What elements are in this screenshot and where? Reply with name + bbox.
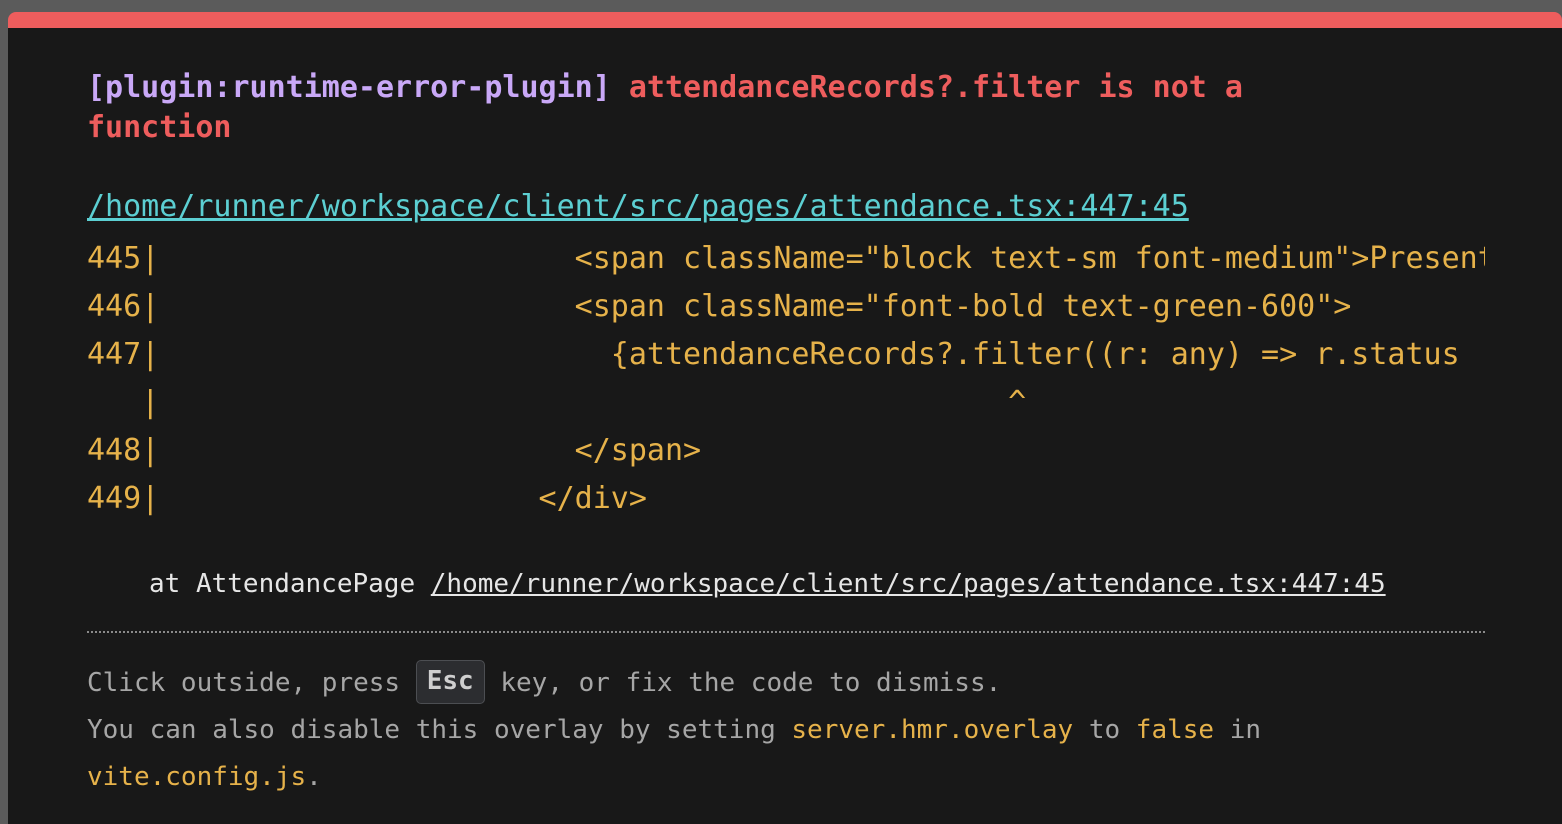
line-separator: | [141, 289, 160, 324]
line-number: 447 [87, 337, 142, 372]
tip-line-1: Click outside, press Esc key, or fix the… [87, 659, 1387, 707]
line-number: 446 [87, 289, 142, 324]
error-title: [plugin:runtime-error-plugin] attendance… [87, 68, 1367, 148]
tip-line-3: vite.config.js. [87, 754, 1387, 801]
esc-key: Esc [415, 659, 485, 704]
line-number: 449 [87, 481, 142, 516]
line-number: 445 [87, 241, 142, 276]
tip-text: You can also disable this overlay by set… [87, 715, 792, 745]
line-number: 448 [87, 433, 142, 468]
code-caret-line: | ^ [87, 379, 1485, 427]
plugin-tag: [plugin:runtime-error-plugin] [87, 70, 611, 105]
tip-text: . [306, 762, 322, 792]
code-frame: 445| <span className="block text-sm font… [87, 235, 1485, 523]
error-overlay: [plugin:runtime-error-plugin] attendance… [8, 12, 1562, 824]
file-link[interactable]: /home/runner/workspace/client/src/pages/… [87, 187, 1189, 227]
tip-text: Click outside, press [87, 668, 416, 698]
line-code: </span> [159, 433, 702, 468]
line-separator: | [141, 241, 160, 276]
setting-name: server.hmr.overlay [791, 715, 1074, 745]
line-code: {attendanceRecords?.filter((r: any) => r… [159, 337, 1460, 372]
tip-line-2: You can also disable this overlay by set… [87, 707, 1387, 754]
config-file: vite.config.js [87, 762, 307, 792]
line-separator: | [141, 433, 160, 468]
line-separator: | [141, 337, 160, 372]
code-line: 447| {attendanceRecords?.filter((r: any)… [87, 331, 1485, 379]
stack-trace: at AttendancePage /home/runner/workspace… [149, 566, 1386, 602]
line-number [87, 385, 141, 420]
line-separator: | [141, 385, 160, 420]
tip-text: key, or fix the code to dismiss. [484, 668, 1002, 698]
code-line: 445| <span className="block text-sm font… [87, 235, 1485, 283]
line-separator: | [141, 481, 160, 516]
code-line: 448| </span> [87, 427, 1485, 475]
line-code: </div> [159, 481, 647, 516]
code-line: 449| </div> [87, 475, 1485, 523]
caret-marker: ^ [159, 385, 1027, 420]
tip-text: in [1214, 715, 1262, 745]
code-line: 446| <span className="font-bold text-gre… [87, 283, 1485, 331]
line-code: <span className="block text-sm font-medi… [159, 241, 1485, 276]
tip-text: to [1073, 715, 1136, 745]
stack-file-link[interactable]: /home/runner/workspace/client/src/pages/… [431, 569, 1386, 599]
setting-value: false [1135, 715, 1215, 745]
divider [87, 631, 1485, 633]
dismiss-tip: Click outside, press Esc key, or fix the… [87, 659, 1387, 801]
stack-prefix: at AttendancePage [149, 569, 431, 599]
line-code: <span className="font-bold text-green-60… [159, 289, 1352, 324]
